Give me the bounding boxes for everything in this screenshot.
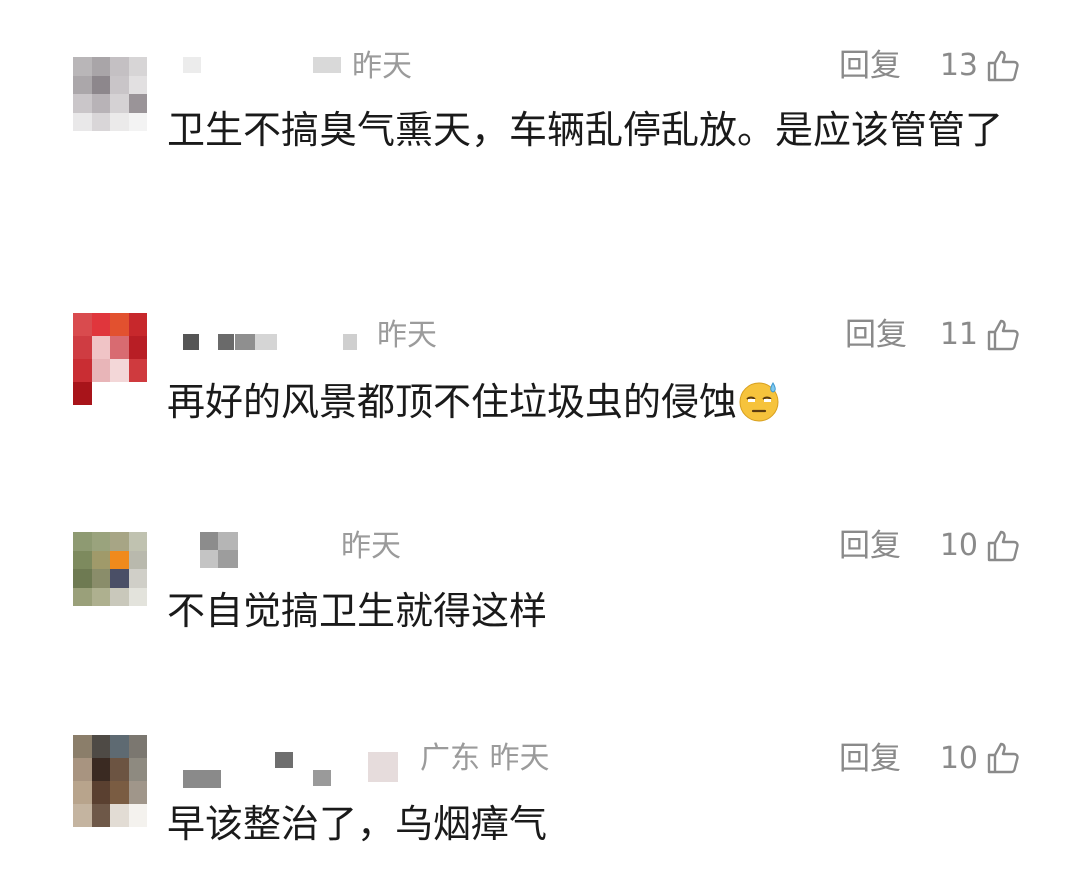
comment-time: 昨天 (377, 318, 437, 353)
thumb-up-icon[interactable] (986, 49, 1020, 83)
avatar[interactable] (73, 735, 147, 827)
username-redacted[interactable] (183, 57, 343, 73)
reply-button[interactable]: 回复 (839, 528, 901, 564)
sweat-smile-emoji-icon (739, 382, 779, 422)
like-count: 10 (939, 528, 978, 563)
comment-text: 再好的风景都顶不住垃圾虫的侵蚀 (167, 375, 1017, 429)
username-redacted[interactable] (183, 334, 363, 350)
thumb-up-icon[interactable] (986, 529, 1020, 563)
like-count: 13 (939, 48, 978, 83)
reply-button[interactable]: 回复 (839, 48, 901, 84)
comment-text: 不自觉搞卫生就得这样 (167, 589, 548, 633)
reply-button[interactable]: 回复 (845, 317, 907, 353)
comment-text: 早该整治了，乌烟瘴气 (167, 802, 548, 846)
thumb-up-icon[interactable] (986, 741, 1020, 775)
avatar[interactable] (73, 532, 147, 606)
comment-text-content: 再好的风景都顶不住垃圾虫的侵蚀 (167, 380, 738, 424)
thumb-up-icon[interactable] (986, 318, 1020, 352)
comment-text: 卫生不搞臭气熏天，车辆乱停乱放。是应该管管了 (167, 108, 1004, 152)
like-count: 11 (939, 317, 978, 352)
comment-time: 广东 昨天 (420, 741, 550, 776)
comment-time: 昨天 (352, 49, 412, 84)
avatar[interactable] (73, 57, 147, 131)
like-count: 10 (939, 741, 978, 776)
avatar[interactable] (73, 313, 147, 405)
username-redacted[interactable] (200, 532, 320, 568)
username-redacted[interactable] (183, 752, 413, 792)
reply-button[interactable]: 回复 (839, 741, 901, 777)
comment-time: 昨天 (341, 529, 401, 564)
